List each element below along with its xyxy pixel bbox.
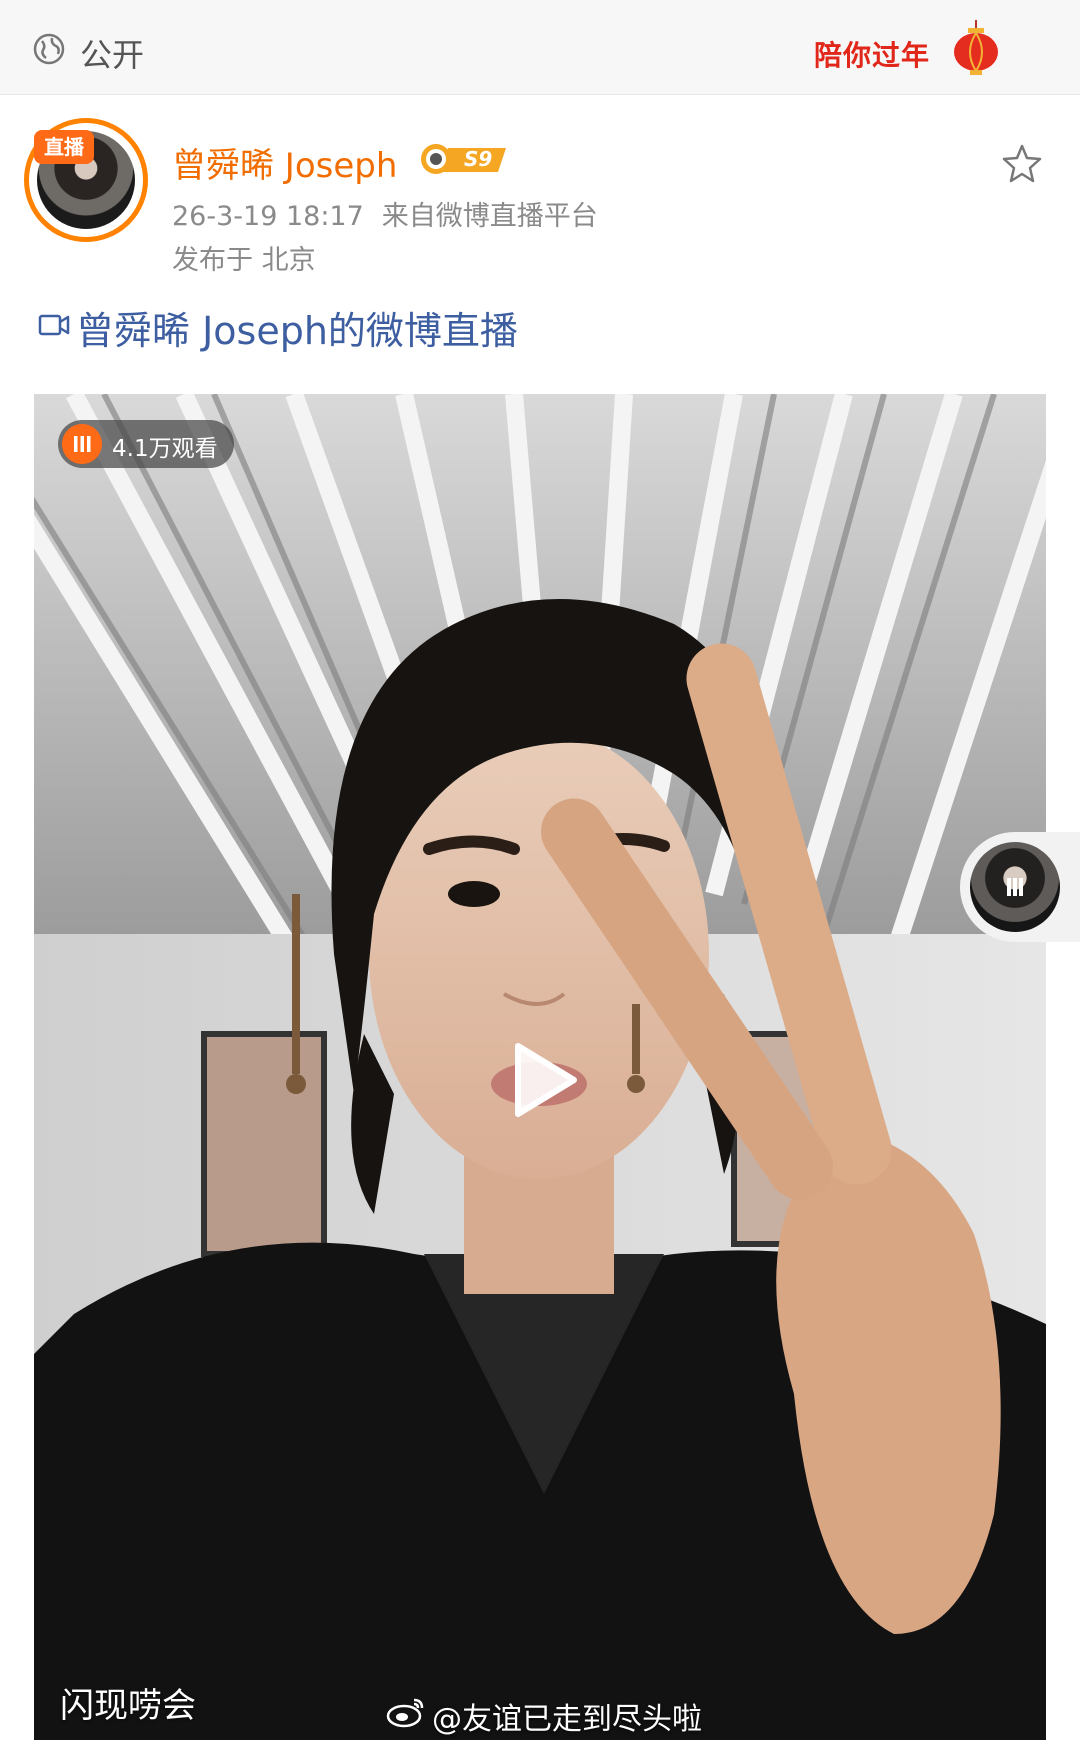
live-indicator-icon bbox=[1007, 878, 1023, 896]
level-badge-text: S9 bbox=[464, 147, 493, 171]
post-meta: 26-3-19 18:17 来自微博直播平台 bbox=[172, 194, 598, 233]
video-camera-icon bbox=[38, 314, 70, 336]
live-title-link[interactable]: 曾舜晞 Joseph的微博直播 bbox=[76, 300, 518, 355]
viewer-count: 4.1万观看 bbox=[112, 436, 218, 462]
weibo-post-page: 公开 陪你过年 直播 曾舜晞 Joseph S9 26-3-19 18:17 来… bbox=[0, 0, 1080, 1740]
video-caption: 闪现唠会 bbox=[60, 1686, 196, 1726]
live-tag: 直播 bbox=[34, 130, 94, 164]
live-bars-icon bbox=[62, 424, 102, 464]
post-location: 发布于 北京 bbox=[172, 245, 316, 276]
watermark: @友谊已走到尽头啦 bbox=[432, 1702, 702, 1737]
username[interactable]: 曾舜晞 Joseph bbox=[172, 138, 397, 187]
privacy-bar: 公开 陪你过年 bbox=[0, 0, 1080, 95]
post-timestamp: 26-3-19 18:17 bbox=[172, 201, 364, 232]
floating-live-avatar[interactable] bbox=[960, 832, 1080, 942]
lantern-icon bbox=[954, 20, 998, 75]
level-badge: S9 bbox=[418, 142, 514, 176]
post-source[interactable]: 来自微博直播平台 bbox=[382, 201, 598, 232]
star-outline-icon[interactable] bbox=[1000, 142, 1044, 186]
festival-badge-text: 陪你过年 bbox=[814, 39, 931, 72]
weibo-logo-icon bbox=[386, 1698, 424, 1728]
play-icon[interactable] bbox=[510, 1040, 580, 1120]
globe-icon bbox=[33, 33, 65, 65]
viewer-count-pill: 4.1万观看 bbox=[58, 420, 234, 468]
privacy-label[interactable]: 公开 bbox=[80, 30, 144, 76]
festival-badge[interactable]: 陪你过年 bbox=[808, 14, 1014, 84]
